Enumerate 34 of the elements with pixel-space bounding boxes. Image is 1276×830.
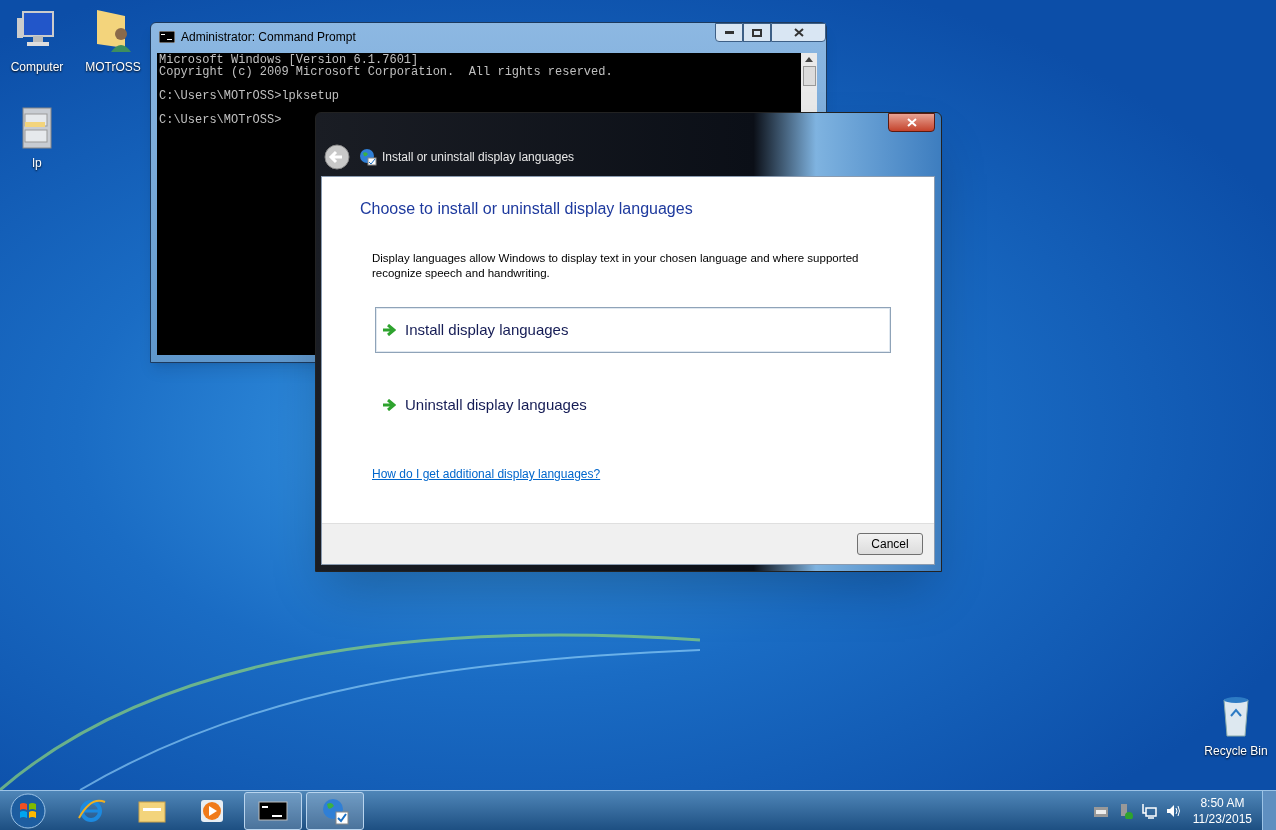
arrow-icon (382, 324, 396, 336)
network-icon[interactable] (1140, 802, 1157, 819)
close-icon (793, 28, 804, 37)
console-icon (159, 31, 175, 43)
console-line: Microsoft Windows [Version 6.1.7601] (159, 54, 419, 66)
option-command-link[interactable]: Uninstall display languages (375, 382, 891, 428)
clock-date[interactable]: 11/23/2015 (1192, 810, 1252, 827)
back-icon[interactable] (324, 144, 350, 170)
clock-time[interactable]: 8:50 AM (1200, 794, 1245, 811)
scroll-up-icon[interactable] (805, 57, 813, 62)
window-title: Administrator: Command Prompt (181, 29, 356, 46)
scrollbar-thumb[interactable] (802, 66, 816, 86)
globe-icon (359, 148, 377, 166)
close-button[interactable] (771, 23, 826, 42)
cancel-button[interactable]: Cancel (857, 533, 923, 555)
dialog-heading: Choose to install or uninstall display languages (360, 199, 694, 219)
desktop-icon-label[interactable]: MOTrOSS (85, 58, 141, 76)
desktop-icon-label[interactable]: Recycle Bin (1204, 742, 1268, 760)
desktop-icon-label[interactable]: lp (32, 154, 42, 172)
maximize-button[interactable] (743, 23, 771, 42)
option-command-link[interactable]: Install display languages (375, 307, 891, 353)
start-button[interactable] (8, 791, 48, 830)
close-button[interactable] (888, 113, 935, 132)
taskbar-button[interactable] (244, 791, 302, 830)
console-line: C:\Users\MOTrOSS> (159, 114, 282, 126)
arrow-icon (382, 399, 396, 411)
console-line: Copyright (c) 2009 Microsoft Corporation. All rights reserved. (159, 66, 613, 78)
close-icon (906, 118, 917, 127)
window-title: Install or uninstall display languages (382, 149, 575, 166)
minimize-button[interactable] (715, 23, 743, 42)
help-link[interactable]: How do I get additional display languages? (372, 465, 601, 483)
dialog-description: Display languages allow Windows to display text in your chosen language and where supported recognize speech and handwriting. (372, 251, 860, 281)
console-line: C:\Users\MOTrOSS>lpksetup (159, 90, 340, 102)
desktop-icon-label[interactable]: Computer (10, 58, 64, 76)
